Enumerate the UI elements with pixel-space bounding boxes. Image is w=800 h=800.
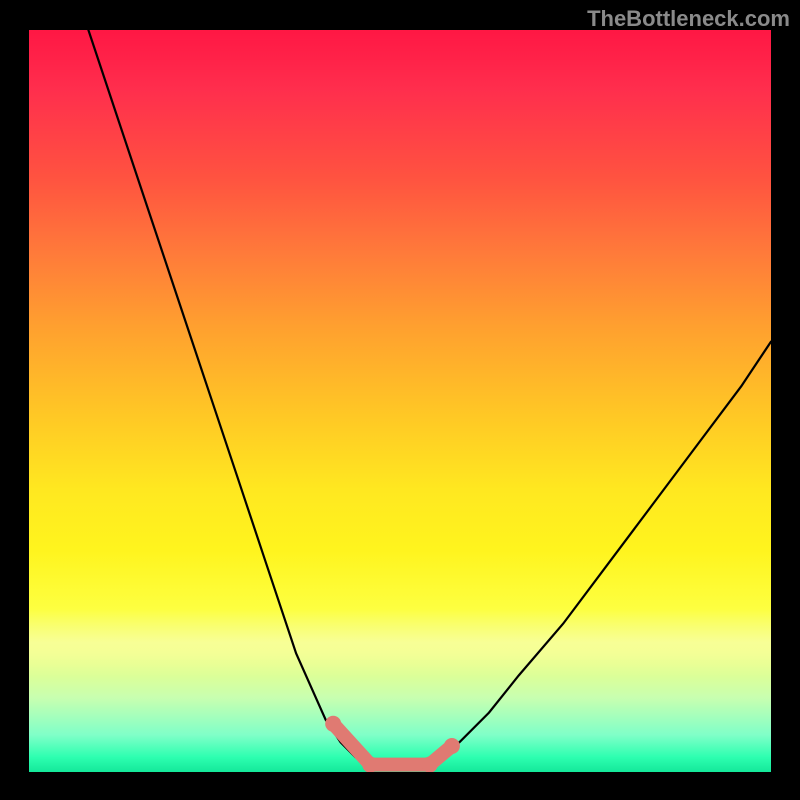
curve-highlight-segments xyxy=(325,716,460,772)
highlight-dot xyxy=(362,757,378,772)
chart-svg xyxy=(29,30,771,772)
bottleneck-curve xyxy=(88,30,771,770)
highlight-dot xyxy=(422,757,438,772)
curve-right-branch xyxy=(430,342,771,765)
chart-plot-area xyxy=(29,30,771,772)
watermark-text: TheBottleneck.com xyxy=(587,6,790,32)
highlight-dot xyxy=(444,738,460,754)
curve-left-branch xyxy=(88,30,370,765)
highlight-dot xyxy=(325,716,341,732)
highlight-segment-0 xyxy=(333,724,370,765)
